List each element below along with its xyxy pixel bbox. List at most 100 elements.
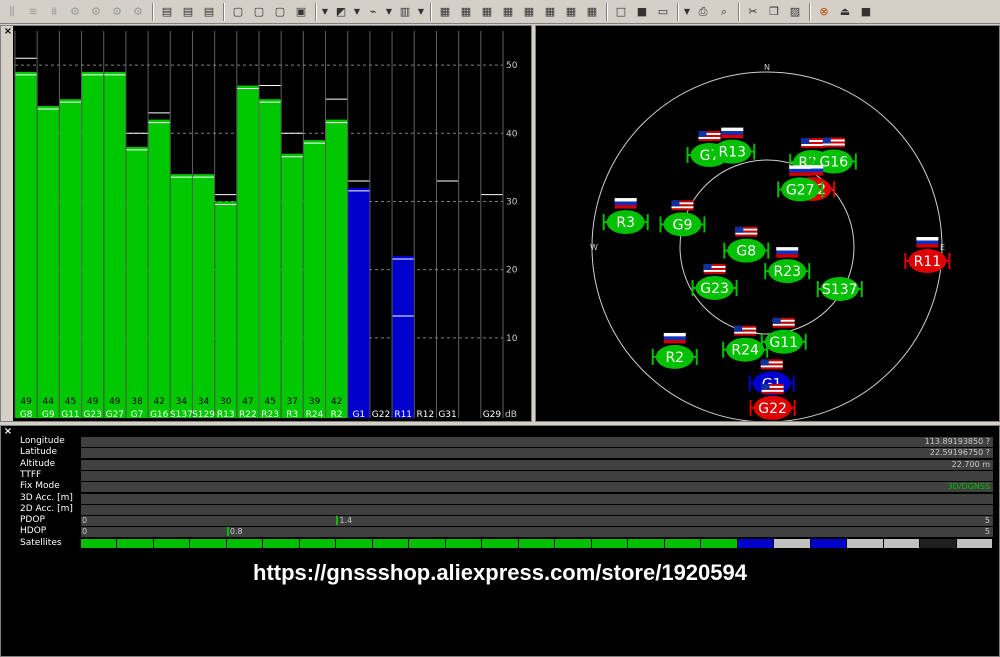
doc-icon[interactable]: ▤: [199, 2, 219, 22]
satellite-marker[interactable]: R3: [602, 198, 649, 235]
signal-bar: [259, 99, 281, 418]
doc-icon[interactable]: ▤: [157, 2, 177, 22]
satellite-label: G16: [819, 155, 848, 171]
save-icon[interactable]: ■: [632, 2, 652, 22]
copy-icon[interactable]: ❐: [764, 2, 784, 22]
signal-value-label: 34: [198, 397, 210, 407]
dop-min-label: 0: [82, 516, 88, 526]
gear-icon[interactable]: ⚙: [107, 2, 127, 22]
satellite-label: R24: [731, 343, 759, 359]
satellite-label: G11: [769, 335, 798, 351]
satellite-marker[interactable]: R2: [651, 332, 698, 369]
signal-value-label: 38: [131, 397, 143, 407]
signal-bar: [281, 153, 303, 418]
close-signal-pane-icon[interactable]: ×: [3, 26, 13, 38]
display-icon[interactable]: ▦: [435, 2, 455, 22]
us-flag-icon: [760, 359, 783, 370]
satellite-marker[interactable]: G23: [691, 263, 738, 300]
window-icon[interactable]: ▢: [249, 2, 269, 22]
paste-icon[interactable]: ▨: [785, 2, 805, 22]
bar-icon[interactable]: ⫼: [2, 2, 22, 22]
pane-frame: [1, 26, 13, 421]
display-icon[interactable]: ▦: [498, 2, 518, 22]
unit-label: dB: [505, 410, 517, 420]
us-flag-icon: [735, 226, 758, 237]
satellite-marker[interactable]: R24: [722, 325, 769, 362]
satellite-marker[interactable]: R23: [764, 247, 811, 284]
display-icon[interactable]: ▦: [582, 2, 602, 22]
satellite-marker[interactable]: G9: [659, 200, 706, 237]
compass-north: N: [764, 63, 770, 72]
toolbar-separator: [223, 2, 225, 21]
signal-value-label: 44: [43, 397, 55, 407]
signal-strength-pane: × × 102030405049G844G945G1149G2349G2738G…: [0, 25, 532, 422]
satellite-segment: [81, 538, 117, 548]
satellites-label: Satellites: [20, 537, 62, 548]
signal-icon[interactable]: ⩩: [44, 2, 64, 22]
status-row-track: [81, 493, 993, 504]
satellite-name-label: G9: [42, 410, 55, 420]
stop-icon[interactable]: ⊗: [814, 2, 834, 22]
satellite-segment: [226, 538, 263, 548]
display-icon[interactable]: ▦: [561, 2, 581, 22]
window-icon[interactable]: ▢: [270, 2, 290, 22]
dop-max-label: 5: [984, 516, 990, 526]
toolbar-separator: [677, 2, 679, 21]
satellite-marker[interactable]: G8: [723, 226, 770, 263]
signal-value-label: 47: [242, 397, 253, 407]
close-status-pane-icon[interactable]: ×: [3, 426, 13, 438]
dop-min-label: 0: [82, 527, 88, 537]
dropdown-arrow-icon[interactable]: ▼: [384, 2, 394, 22]
signal-value-label: 49: [109, 397, 121, 407]
display-icon[interactable]: ▦: [456, 2, 476, 22]
satellite-segment: [190, 538, 226, 548]
dropdown-arrow-icon[interactable]: ▼: [682, 2, 692, 22]
gear-icon[interactable]: ⚙: [65, 2, 85, 22]
satellite-marker[interactable]: S137: [816, 277, 863, 301]
status-row-track: [81, 482, 993, 493]
cut-icon[interactable]: ✂: [743, 2, 763, 22]
signal-bar-chart: 10 20 30 40 50 49 G8 44 G9 45 G11 49 G23 49 G27 38 G7 42 G…: [14, 31, 518, 420]
bars-icon[interactable]: ▥: [395, 2, 415, 22]
gear-icon[interactable]: ⚙: [86, 2, 106, 22]
dropdown-arrow-icon[interactable]: ▼: [320, 2, 330, 22]
preview-icon[interactable]: ⌕: [714, 2, 734, 22]
y-tick-label: 40: [506, 129, 518, 139]
us-flag-icon: [734, 325, 757, 336]
satellite-segment: [701, 538, 737, 548]
satellite-name-label: G31: [438, 410, 456, 420]
compass-east: E: [940, 243, 945, 252]
satellite-segment: [956, 538, 992, 548]
print-icon[interactable]: ⎙: [693, 2, 713, 22]
satellite-marker[interactable]: G11: [760, 317, 807, 354]
display-icon[interactable]: ▦: [477, 2, 497, 22]
display-icon[interactable]: ▦: [519, 2, 539, 22]
status-row-label: Latitude: [20, 447, 58, 458]
window-icon[interactable]: ▢: [228, 2, 248, 22]
dropdown-arrow-icon[interactable]: ▼: [416, 2, 426, 22]
square-icon[interactable]: ■: [856, 2, 876, 22]
chart-icon[interactable]: ◩: [331, 2, 351, 22]
graph-icon[interactable]: ⌁: [363, 2, 383, 22]
satellite-name-label: R11: [394, 410, 412, 420]
new-icon[interactable]: □: [611, 2, 631, 22]
toolbar-separator: [430, 2, 432, 21]
signal-bar: [192, 174, 215, 418]
gear-icon[interactable]: ⚙: [128, 2, 148, 22]
sky-view-pane: NEWG7R13R22G16R12G27R3G9G8R23G23S137R11R…: [535, 25, 1000, 422]
signal-bar: [303, 140, 326, 418]
signal-bar: [326, 119, 348, 419]
eject-icon[interactable]: ⏏: [835, 2, 855, 22]
russia-flag-icon: [663, 332, 686, 344]
wave-icon[interactable]: ≋: [23, 2, 43, 22]
status-row-track: [81, 504, 993, 515]
open-icon[interactable]: ▭: [653, 2, 673, 22]
signal-bar: [15, 71, 37, 418]
satellite-segment: [409, 538, 445, 548]
dropdown-arrow-icon[interactable]: ▼: [352, 2, 362, 22]
display-icon[interactable]: ▦: [540, 2, 560, 22]
monitor-icon[interactable]: ▣: [291, 2, 311, 22]
satellite-label: R11: [914, 254, 942, 270]
doc-icon[interactable]: ▤: [178, 2, 198, 22]
status-row-value: 3D/DGNSS: [947, 482, 990, 492]
